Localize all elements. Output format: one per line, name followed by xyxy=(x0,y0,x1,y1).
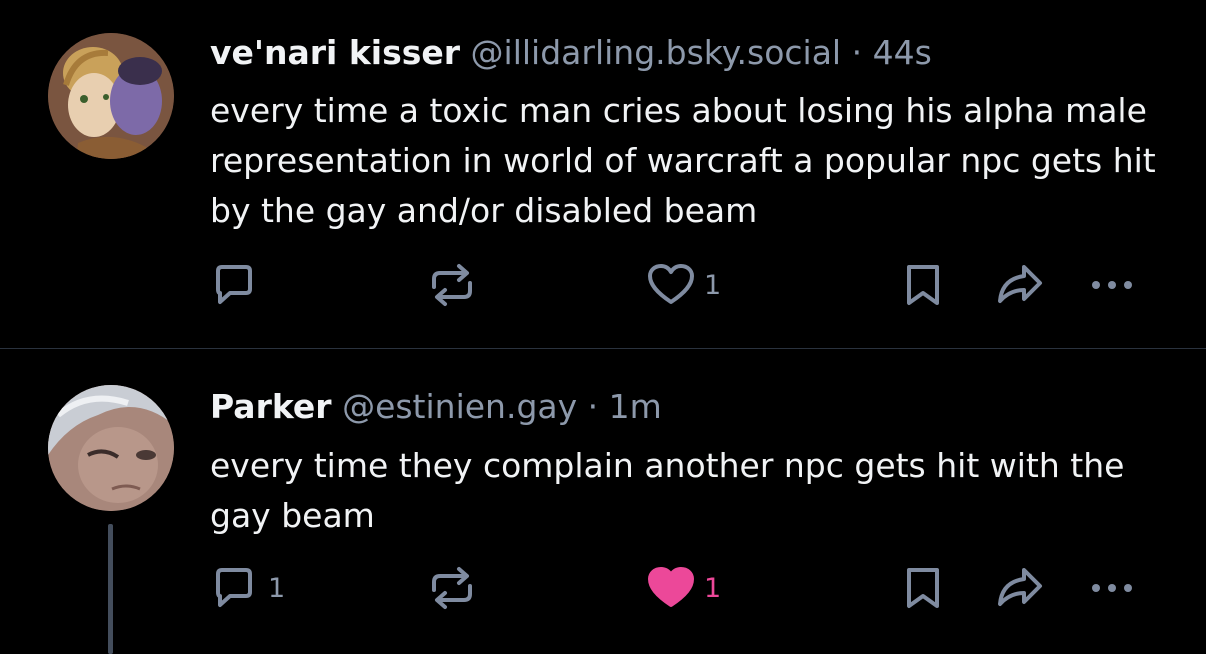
share-button[interactable] xyxy=(994,260,1046,310)
like-count: 1 xyxy=(704,572,722,604)
share-button[interactable] xyxy=(994,563,1046,613)
author-display-name[interactable]: Parker xyxy=(210,387,332,426)
reply-icon xyxy=(216,265,252,304)
heart-filled-icon xyxy=(648,567,694,607)
post-text: every time they complain another npc get… xyxy=(210,446,1125,535)
avatar[interactable] xyxy=(48,33,174,159)
separator-dot: · xyxy=(851,33,863,72)
more-options-button[interactable] xyxy=(1088,563,1140,613)
illustrated-avatar-icon xyxy=(48,33,174,159)
repost-icon xyxy=(432,567,472,609)
repost-icon xyxy=(432,264,472,306)
reply-count: 1 xyxy=(268,572,286,604)
repost-button[interactable] xyxy=(426,260,486,310)
post-actions: 1 1 xyxy=(0,563,1206,613)
like-button[interactable]: 1 xyxy=(646,563,721,613)
bookmark-icon xyxy=(907,568,939,608)
post-timestamp[interactable]: 44s xyxy=(873,33,932,72)
author-handle[interactable]: @illidarling.bsky.social xyxy=(471,33,842,72)
photo-avatar-icon xyxy=(48,385,174,511)
separator-dot: · xyxy=(587,387,599,426)
reply-button[interactable]: 1 xyxy=(208,563,285,613)
like-button[interactable]: 1 xyxy=(646,260,721,310)
post-item[interactable]: ve'nari kisser @illidarling.bsky.social … xyxy=(0,0,1206,348)
author-handle[interactable]: @estinien.gay xyxy=(342,387,577,426)
reply-button[interactable] xyxy=(208,260,268,310)
share-arrow-icon xyxy=(998,265,1042,303)
bookmark-button[interactable] xyxy=(903,260,943,310)
repost-button[interactable] xyxy=(426,563,486,613)
more-dots-icon xyxy=(1092,584,1132,592)
avatar[interactable] xyxy=(48,385,174,511)
bookmark-icon xyxy=(907,265,939,305)
post-text: every time a toxic man cries about losin… xyxy=(210,91,1156,230)
more-dots-icon xyxy=(1092,281,1132,289)
share-arrow-icon xyxy=(998,568,1042,606)
post-header: ve'nari kisser @illidarling.bsky.social … xyxy=(210,33,932,73)
post-item[interactable]: Parker @estinien.gay · 1m every time the… xyxy=(0,349,1206,654)
like-count: 1 xyxy=(704,269,722,301)
post-header: Parker @estinien.gay · 1m xyxy=(210,387,662,427)
post-actions: 1 xyxy=(0,260,1206,310)
heart-outline-icon xyxy=(648,264,694,304)
bookmark-button[interactable] xyxy=(903,563,943,613)
post-timestamp[interactable]: 1m xyxy=(609,387,662,426)
more-options-button[interactable] xyxy=(1088,260,1140,310)
reply-icon xyxy=(216,568,252,607)
author-display-name[interactable]: ve'nari kisser xyxy=(210,33,460,72)
